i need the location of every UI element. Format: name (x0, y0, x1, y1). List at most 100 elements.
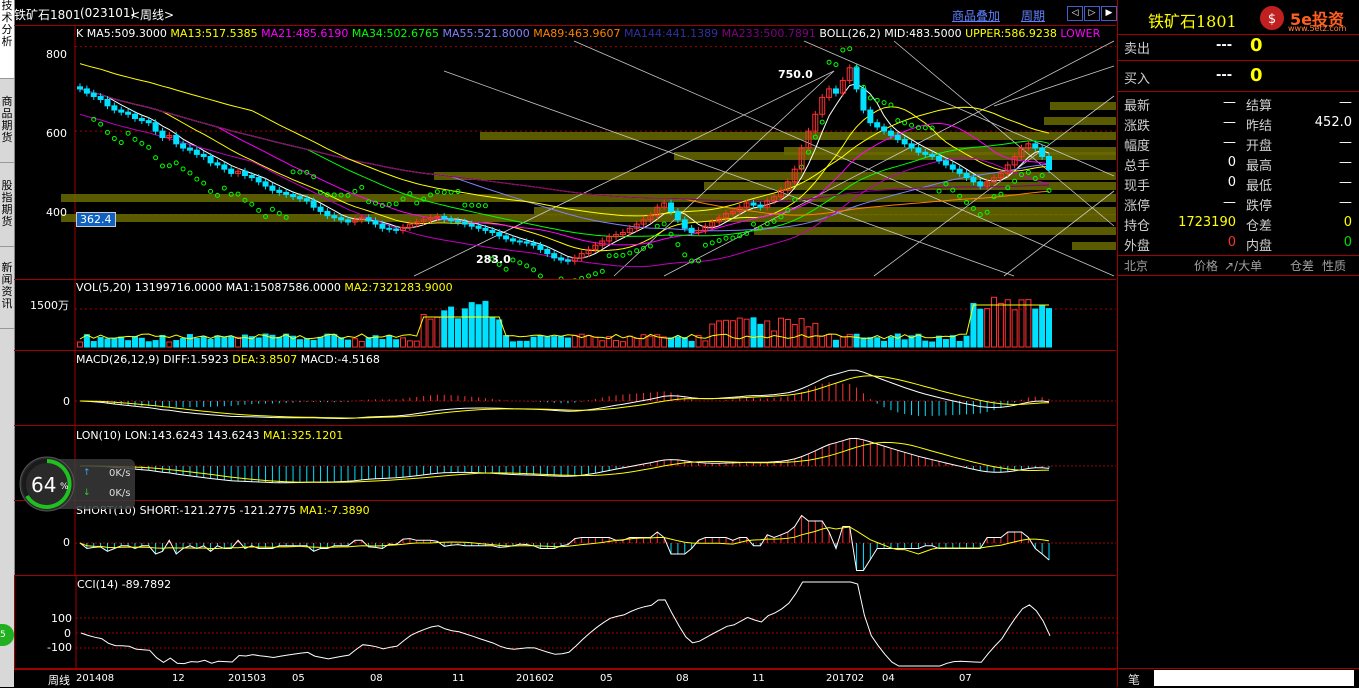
inner-label: 内盘 (1246, 235, 1272, 254)
volume-bar (833, 340, 838, 347)
volume-bar (998, 303, 1003, 347)
quote-row: 现手0最低— (1124, 175, 1359, 195)
volume-bar (627, 336, 632, 347)
macd-chart[interactable] (14, 351, 1116, 425)
volume-bar (311, 340, 316, 347)
tab-index-futures[interactable]: 股指期货 (0, 180, 14, 247)
volume-bar (545, 337, 550, 347)
overlay-commodity-link[interactable]: 商品叠加 (952, 7, 1000, 24)
tab-commodity-futures[interactable]: 商品期货 (0, 96, 14, 163)
volume-bar (634, 339, 639, 347)
tick-header-time: 北京 (1124, 257, 1148, 274)
candle-body (964, 173, 969, 177)
kline-chart[interactable] (14, 26, 1116, 279)
quote-value: — (1184, 195, 1236, 210)
sar-dot (518, 261, 522, 265)
candle-body (332, 216, 337, 218)
candle-body (229, 169, 234, 173)
sar-dot (525, 264, 529, 268)
volume-bar (868, 338, 873, 347)
candle-body (284, 192, 289, 194)
bottom-input[interactable] (1154, 670, 1354, 686)
candle-body (112, 106, 117, 110)
volume-bar (194, 339, 199, 347)
sar-dot (683, 253, 687, 257)
sar-dot (435, 190, 439, 194)
volume-bar (565, 338, 570, 347)
nav-forward-icon[interactable]: ▷ (1084, 6, 1100, 21)
volume-bar (449, 307, 454, 347)
tick-table-header: 北京 价格 ↗/大单 仓差 性质 (1118, 257, 1359, 275)
sar-dot (105, 130, 109, 134)
quote-label: 涨跌 (1124, 115, 1150, 134)
sar-dot (222, 186, 226, 190)
x-tick: 11 (752, 673, 765, 684)
volume-bar (937, 336, 942, 347)
quote-value: — (1184, 95, 1236, 110)
volume-bar (215, 336, 220, 347)
volume-bar (689, 341, 694, 347)
sar-dot (628, 251, 632, 255)
main-kline-panel[interactable]: K MA5:509.3000 MA13:517.5385 MA21:485.61… (14, 25, 1116, 280)
quote-value: 452.0 (1294, 115, 1352, 130)
candle-body (682, 220, 687, 228)
volume-bar (517, 341, 522, 347)
volume-bar (160, 335, 165, 347)
nav-more-icon[interactable]: ▶ (1101, 6, 1117, 21)
macd-panel[interactable]: MACD(26,12,9) DIFF:1.5923 DEA:3.8507 MAC… (14, 351, 1116, 426)
buy-price: --- (1216, 68, 1232, 83)
volume-bar (902, 340, 907, 347)
volume-bar (153, 341, 158, 347)
network-speed-gauge[interactable]: 64 % ↑ 0K/s ↓ 0K/s (19, 456, 135, 512)
volume-bar (242, 335, 247, 347)
volume-bar (758, 324, 763, 347)
sar-dot (463, 203, 467, 207)
quote-panel: 铁矿石1801 $ 5e投资 www.5etz.com 卖出 --- 0 买入 … (1117, 0, 1359, 687)
bottom-tab-label[interactable]: 笔 (1128, 671, 1140, 688)
sar-dot (195, 177, 199, 181)
candle-body (78, 87, 83, 89)
candle-body (222, 165, 227, 169)
sar-dot (827, 60, 831, 64)
volume-bar (181, 338, 186, 347)
volume-panel[interactable]: VOL(5,20) 13199716.0000 MA1:15087586.000… (14, 279, 1116, 351)
volume-bar (730, 321, 735, 347)
cci-chart[interactable] (15, 576, 1117, 668)
cci-panel[interactable]: CCI(14) -89.7892 100 0 -100 (14, 576, 1117, 669)
volume-bar (346, 340, 351, 347)
sar-dot (751, 222, 755, 226)
quote-value: 0 (1184, 155, 1236, 170)
candle-body (854, 68, 859, 89)
candle-body (242, 171, 247, 175)
candle-body (174, 135, 179, 143)
volume-bar (1047, 309, 1052, 347)
lon-panel[interactable]: LON(10) LON:143.6243 143.6243 MA1:325.12… (14, 426, 1116, 501)
candle-body (187, 148, 192, 150)
period-link[interactable]: 周期 (1021, 7, 1045, 24)
candle-body (943, 161, 948, 165)
short-panel[interactable]: SHORT(10) SHORT:-121.2775 -121.2775 MA1:… (14, 501, 1116, 576)
volume-bar (751, 318, 756, 347)
volume-chart[interactable] (14, 279, 1116, 350)
download-arrow-icon: ↓ (83, 488, 91, 498)
volume-bar (139, 338, 144, 347)
volume-bar (861, 338, 866, 347)
short-chart[interactable] (14, 501, 1116, 575)
candle-body (449, 219, 454, 221)
lon-chart[interactable] (14, 426, 1116, 500)
brand-url: www.5etz.com (1288, 24, 1346, 33)
quote-label: 涨停 (1124, 195, 1150, 214)
volume-bar (978, 309, 983, 347)
nav-back-icon[interactable]: ◁ (1067, 6, 1083, 21)
tab-technical-analysis[interactable]: 技术分析 (0, 0, 14, 79)
volume-bar (394, 340, 399, 347)
sar-dot (703, 243, 707, 247)
volume-bar (105, 339, 110, 347)
volume-bar (792, 325, 797, 347)
tab-news[interactable]: 新闻资讯 (0, 262, 14, 329)
volume-bar (641, 335, 646, 347)
volume-bar (510, 342, 515, 347)
sar-dot (154, 156, 158, 160)
candle-body (1040, 148, 1045, 156)
quote-title: 铁矿石1801 (1148, 8, 1237, 32)
